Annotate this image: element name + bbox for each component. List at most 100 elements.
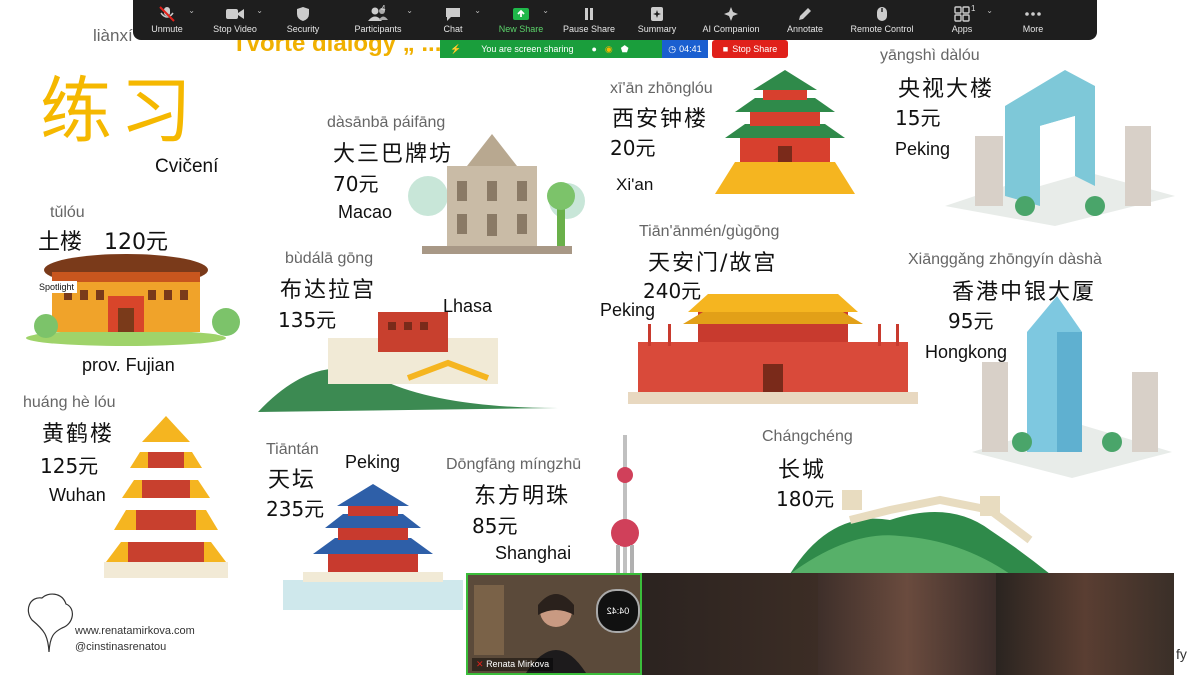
annotate-label: Annotate [786,24,824,34]
chevron-down-icon[interactable]: ⌄ [474,6,481,15]
footer-handle: @cinstinasrenatou [75,641,167,653]
participant-video-tile[interactable] [642,573,818,675]
clock-icon: ◷ [668,43,677,54]
mic-icon: ● [591,44,597,54]
place-hanzi: 西安钟楼 [612,107,709,132]
yellow-crane-tower-illustration [104,416,228,578]
sparkle-icon [724,7,738,21]
stop-share-label: Stop Share [732,44,778,54]
place-hanzi: 天安门/故宫 [648,251,778,276]
chat-button[interactable]: ⌄ Chat [419,0,487,40]
pencil-icon [799,8,811,20]
participant-video-tile[interactable] [996,573,1174,675]
share-status[interactable]: ⚡ You are screen sharing ● ◉ ⬟ [440,40,662,58]
unmute-button[interactable]: ⌄ Unmute [133,0,201,40]
place-pinyin: tǔlóu [50,204,85,221]
signal-icon: ⚡ [450,43,462,54]
pause-share-button[interactable]: Pause Share [555,0,623,40]
new-share-button[interactable]: ⌄ New Share [487,0,555,40]
more-dots-icon [1025,12,1041,16]
chevron-down-icon[interactable]: ⌄ [542,6,549,15]
clock-overlay-text: 04:42 [606,606,630,616]
participants-icon [368,7,388,21]
stop-video-button[interactable]: ⌄ Stop Video [201,0,269,40]
place-city: Peking [895,139,951,159]
record-icon: ◉ [604,43,613,54]
security-label: Security [286,24,320,34]
chevron-down-icon[interactable]: ⌄ [406,6,413,15]
stop-video-label: Stop Video [213,24,257,34]
video-camera-icon [226,9,244,19]
shield-icon: ⬟ [620,43,629,54]
participants-button[interactable]: 4 ⌄ Participants [337,0,419,40]
apps-label: Apps [951,24,973,34]
stop-square-icon: ■ [722,44,729,54]
more-button[interactable]: More [999,0,1067,40]
chevron-down-icon[interactable]: ⌄ [986,6,993,15]
participants-count: 4 [381,4,386,13]
place-pinyin: yāngshì dàlóu [880,47,980,64]
apps-icon [954,6,970,22]
place-city: Peking [345,452,401,472]
share-timer-text: 04:41 [679,44,702,54]
share-arrow-icon [513,8,529,20]
place-city: prov. Fujian [82,355,175,375]
more-label: More [1022,24,1044,34]
place-pinyin: Dōngfāng míngzhū [446,456,582,473]
spotlight-tag[interactable]: Spotlight [36,281,78,293]
chevron-down-icon[interactable]: ⌄ [188,6,195,15]
video-thumbnail-strip[interactable]: 04:42 ✕ Renata Mirkova [466,573,1174,675]
edge-text: fy [1176,646,1187,662]
ai-companion-button[interactable]: AI Companion [691,0,771,40]
subtitle: Cvičení [155,156,219,177]
place-hanzi: 东方明珠 [474,484,571,509]
chevron-down-icon[interactable]: ⌄ [256,6,263,15]
clock-overlay: 04:42 [596,589,640,633]
place-hanzi: 布达拉宫 [280,278,377,303]
chat-label: Chat [443,24,463,34]
tiananmen-illustration [628,294,918,404]
stop-share-button[interactable]: ■ Stop Share [712,40,788,58]
summary-icon [651,7,663,21]
chat-bubble-icon [446,8,460,21]
security-button[interactable]: Security [269,0,337,40]
unmute-label: Unmute [151,24,183,34]
bell-tower-illustration [715,70,855,194]
remote-control-button[interactable]: Remote Control [839,0,925,40]
place-pinyin: Tiāntán [266,441,319,458]
place-city: Shanghai [495,543,572,563]
temple-of-heaven-illustration [283,484,463,610]
new-share-label: New Share [498,24,544,34]
annotate-button[interactable]: Annotate [771,0,839,40]
place-price: 15元 [895,106,941,130]
great-wall-illustration [790,490,1050,574]
place-price: 70元 [333,172,379,196]
mic-muted-icon [159,6,175,22]
mouse-icon [877,7,887,21]
oriental-pearl-tower-illustration [611,435,639,575]
potala-palace-illustration [258,312,558,412]
participants-label: Participants [354,24,402,34]
zoom-toolbar: ⌄ Unmute ⌄ Stop Video Security 4 ⌄ Parti… [133,0,1097,40]
screen-share-status-bar: ⚡ You are screen sharing ● ◉ ⬟ ◷ 04:41 ■… [440,40,790,58]
place-price: 20元 [610,136,656,160]
title-pinyin: liànxí [93,26,133,45]
title-hanzi: 练习 [40,69,201,153]
tulou-illustration [26,254,240,346]
shield-icon [297,7,309,21]
place-price: 85元 [472,514,518,538]
participant-video-tile[interactable] [818,573,996,675]
cctv-building-illustration [945,70,1175,226]
share-timer: ◷ 04:41 [662,40,708,58]
place-pinyin: huáng hè lóu [23,394,116,411]
place-price: 125元 [40,454,99,478]
place-pinyin: Tiān'ānmén/gùgōng [639,223,780,240]
ruins-st-paul-illustration [408,134,585,254]
mic-muted-icon: ✕ [476,659,484,669]
summary-label: Summary [637,24,677,34]
place-pinyin: Xiānggǎng zhōngyín dàshà [908,251,1102,268]
self-video-tile[interactable]: 04:42 ✕ Renata Mirkova [466,573,642,675]
self-name-caption: ✕ Renata Mirkova [472,658,554,671]
summary-button[interactable]: Summary [623,0,691,40]
apps-button[interactable]: 1 ⌄ Apps [925,0,999,40]
